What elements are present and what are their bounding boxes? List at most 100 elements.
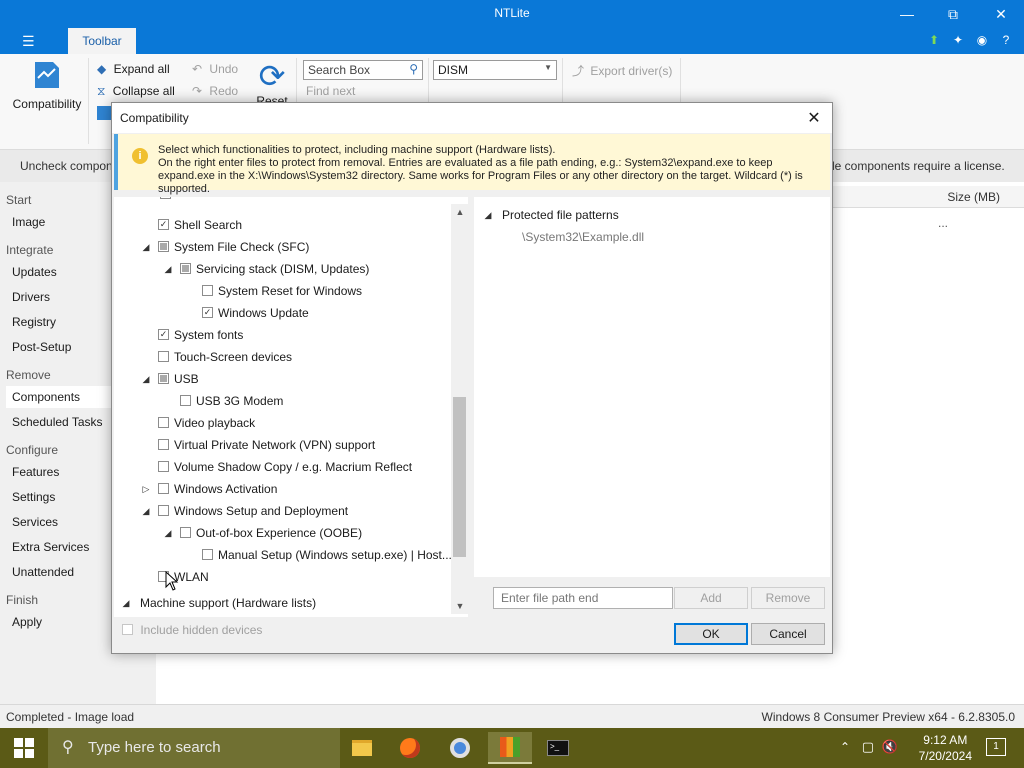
- tree-item[interactable]: Shell Search: [114, 215, 450, 235]
- tree-item-checkbox[interactable]: [158, 461, 169, 472]
- chrome-icon[interactable]: [438, 732, 482, 764]
- search-icon[interactable]: ⚲: [409, 62, 418, 76]
- tree-item-checkbox[interactable]: [202, 307, 213, 318]
- collapsed-arrow-icon[interactable]: ▷: [140, 479, 152, 499]
- tree-item-checkbox[interactable]: [180, 395, 191, 406]
- redo-button[interactable]: ↷ Redo: [192, 84, 238, 98]
- discord-icon[interactable]: ◉: [974, 32, 990, 48]
- chevron-up-icon[interactable]: ⌃: [840, 740, 850, 754]
- search-input[interactable]: Search Box ⚲: [303, 60, 423, 80]
- start-button[interactable]: [0, 728, 48, 768]
- expanded-arrow-icon[interactable]: ◢: [162, 259, 174, 279]
- tree-item-checkbox[interactable]: [158, 505, 169, 516]
- tree-item-checkbox[interactable]: [158, 241, 169, 252]
- tree-item[interactable]: ◢ Out-of-box Experience (OOBE): [114, 523, 450, 543]
- notification-icon[interactable]: 1: [986, 738, 1006, 756]
- tree-item-checkbox[interactable]: [158, 439, 169, 450]
- terminal-icon[interactable]: >_: [536, 732, 580, 764]
- include-hidden-checkbox[interactable]: [122, 624, 133, 635]
- tree-item[interactable]: ▷ Windows Activation: [114, 479, 450, 499]
- tree-item[interactable]: Windows Update: [114, 303, 450, 323]
- maximize-button[interactable]: ⧉: [930, 0, 976, 28]
- filter-dropdown[interactable]: DISM ▼: [433, 60, 557, 80]
- tree-item[interactable]: ◢ System File Check (SFC): [114, 237, 450, 257]
- dialog-close-button[interactable]: ✕: [800, 105, 828, 131]
- expanded-arrow-icon[interactable]: ◢: [162, 523, 174, 543]
- tree-item[interactable]: ◢ USB: [114, 369, 450, 389]
- tree-item-checkbox[interactable]: [202, 285, 213, 296]
- sidebar-item-post-setup[interactable]: Post-Setup: [6, 336, 114, 358]
- sidebar-item-apply[interactable]: Apply: [6, 611, 114, 633]
- expand-all-button[interactable]: ◆ Expand all: [97, 62, 170, 76]
- tree-item-checkbox[interactable]: [202, 549, 213, 560]
- tree-item-checkbox[interactable]: [158, 483, 169, 494]
- tree-item[interactable]: Touch-Screen devices: [114, 347, 450, 367]
- tree-item[interactable]: ◢ Windows Setup and Deployment: [114, 501, 450, 521]
- tree-item-checkbox[interactable]: [158, 351, 169, 362]
- tree-item-checkbox[interactable]: [158, 329, 169, 340]
- scroll-down-arrow-icon[interactable]: ▼: [451, 598, 469, 614]
- menu-icon[interactable]: ☰: [22, 33, 35, 50]
- size-column-header[interactable]: Size (MB): [832, 186, 1024, 208]
- tree-scrollbar[interactable]: ▲ ▼: [451, 204, 469, 614]
- firefox-icon[interactable]: [388, 732, 432, 764]
- expanded-arrow-icon[interactable]: ◢: [482, 205, 494, 225]
- expanded-arrow-icon[interactable]: ◢: [140, 369, 152, 389]
- include-hidden-devices[interactable]: Include hidden devices: [122, 623, 262, 637]
- compatibility-ribbon-button[interactable]: Compatibility: [10, 58, 84, 111]
- close-button[interactable]: ✕: [978, 0, 1024, 28]
- tree-item[interactable]: System Reset for Windows: [114, 281, 450, 301]
- tree-item-checkbox[interactable]: [180, 263, 191, 274]
- sidebar-item-unattended[interactable]: Unattended: [6, 561, 114, 583]
- twitter-icon[interactable]: ✦: [950, 32, 966, 48]
- tree-item[interactable]: Volume Shadow Copy / e.g. Macrium Reflec…: [114, 457, 450, 477]
- tree-item-checkbox[interactable]: [180, 527, 191, 538]
- volume-muted-icon[interactable]: 🔇: [882, 739, 898, 755]
- network-icon[interactable]: ▢: [862, 739, 874, 755]
- file-path-input[interactable]: Enter file path end: [493, 587, 673, 609]
- scrollbar-thumb[interactable]: [453, 397, 466, 557]
- pattern-example[interactable]: \System32\Example.dll: [522, 227, 644, 247]
- tree-item[interactable]: Virtual Private Network (VPN) support: [114, 435, 450, 455]
- expanded-arrow-icon[interactable]: ◢: [140, 501, 152, 521]
- sidebar-item-settings[interactable]: Settings: [6, 486, 114, 508]
- help-icon[interactable]: ?: [998, 32, 1014, 48]
- expanded-arrow-icon[interactable]: ◢: [140, 237, 152, 257]
- sidebar-item-services[interactable]: Services: [6, 511, 114, 533]
- taskbar-search-box[interactable]: ⚲ Type here to search: [48, 728, 340, 768]
- find-next-button[interactable]: Find next: [306, 84, 355, 98]
- grid-icon[interactable]: [97, 106, 111, 120]
- ntlite-taskbar-icon[interactable]: [488, 732, 532, 764]
- sidebar-item-image[interactable]: Image: [6, 211, 114, 233]
- sidebar-item-extra-services[interactable]: Extra Services: [6, 536, 114, 558]
- ok-button[interactable]: OK: [674, 623, 748, 645]
- expanded-arrow-icon[interactable]: ◢: [120, 593, 132, 613]
- update-arrow-icon[interactable]: ⬆: [926, 32, 942, 48]
- sidebar-item-components[interactable]: Components: [6, 386, 114, 408]
- tree-item[interactable]: ◢ Servicing stack (DISM, Updates): [114, 259, 450, 279]
- clock[interactable]: 9:12 AM 7/20/2024: [919, 732, 972, 764]
- sidebar-item-features[interactable]: Features: [6, 461, 114, 483]
- remove-button[interactable]: Remove: [751, 587, 825, 609]
- sidebar-item-drivers[interactable]: Drivers: [6, 286, 114, 308]
- collapse-all-button[interactable]: ⧖ Collapse all: [97, 84, 175, 99]
- file-explorer-icon[interactable]: [340, 732, 384, 764]
- undo-button[interactable]: ↶ Undo: [192, 62, 238, 76]
- sidebar-item-registry[interactable]: Registry: [6, 311, 114, 333]
- reset-button[interactable]: ⟳ Reset: [252, 58, 292, 108]
- tree-item-checkbox[interactable]: [158, 417, 169, 428]
- tree-item[interactable]: System fonts: [114, 325, 450, 345]
- tree-item-checkbox[interactable]: [158, 219, 169, 230]
- sidebar-item-updates[interactable]: Updates: [6, 261, 114, 283]
- recommended-checkbox-clipped[interactable]: [160, 197, 171, 199]
- scroll-up-arrow-icon[interactable]: ▲: [451, 204, 469, 220]
- tree-item[interactable]: Manual Setup (Windows setup.exe) | Host.…: [114, 545, 452, 565]
- tree-item[interactable]: Video playback: [114, 413, 450, 433]
- cancel-button[interactable]: Cancel: [751, 623, 825, 645]
- tree-item-checkbox[interactable]: [158, 373, 169, 384]
- tree-item[interactable]: USB 3G Modem: [114, 391, 450, 411]
- export-drivers-button[interactable]: ⤴ Export driver(s): [572, 62, 672, 79]
- add-button[interactable]: Add: [674, 587, 748, 609]
- tab-toolbar[interactable]: Toolbar: [68, 28, 136, 54]
- sidebar-item-scheduled-tasks[interactable]: Scheduled Tasks: [6, 411, 114, 433]
